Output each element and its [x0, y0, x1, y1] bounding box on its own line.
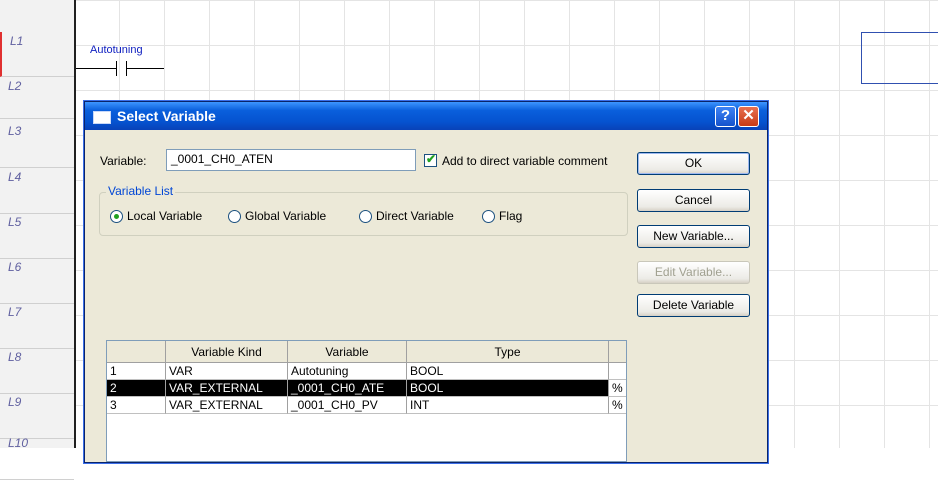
rung-row-l1[interactable]: L1: [0, 32, 74, 77]
variable-table[interactable]: Variable Kind Variable Type 1 VAR Autotu…: [106, 340, 627, 462]
rung-row-l9[interactable]: L9: [0, 393, 74, 439]
rung-row-l7[interactable]: L7: [0, 303, 74, 349]
rung-label: L1: [10, 34, 24, 48]
radio-local-variable[interactable]: [110, 210, 123, 223]
row-variable-kind: VAR_EXTERNAL: [166, 380, 288, 397]
row-extra: %: [609, 397, 626, 414]
row-type: BOOL: [407, 363, 609, 380]
radio-local-label: Local Variable: [127, 209, 203, 223]
rung-label: L7: [8, 305, 22, 319]
header-index: [107, 341, 166, 363]
radio-direct-variable[interactable]: [359, 210, 372, 223]
rung-label: L5: [8, 215, 22, 229]
checkmark-icon: ✔: [426, 152, 437, 166]
wire-right: [126, 68, 164, 69]
row-type: BOOL: [407, 380, 609, 397]
row-index: 3: [107, 397, 166, 414]
normally-open-contact[interactable]: [76, 60, 166, 78]
row-index: 2: [107, 380, 166, 397]
ok-button[interactable]: OK: [637, 152, 750, 175]
radio-global-label: Global Variable: [245, 209, 327, 223]
rung-row-l8[interactable]: L8: [0, 348, 74, 394]
radio-global-variable[interactable]: [228, 210, 241, 223]
selection-box[interactable]: [861, 32, 938, 84]
add-comment-label: Add to direct variable comment: [442, 154, 608, 168]
radio-direct-label: Direct Variable: [376, 209, 454, 223]
radio-flag-label: Flag: [499, 209, 523, 223]
rung-row-l2[interactable]: L2: [0, 77, 74, 119]
dialog-title: Select Variable: [117, 108, 216, 124]
rung-row-l6[interactable]: L6: [0, 258, 74, 304]
rung-row-l5[interactable]: L5: [0, 213, 74, 259]
select-variable-dialog: Select Variable ? ✕ Variable: _0001_CH0_…: [84, 101, 768, 463]
header-type[interactable]: Type: [407, 341, 609, 363]
row-index: 1: [107, 363, 166, 380]
row-variable-kind: VAR_EXTERNAL: [166, 397, 288, 414]
close-button[interactable]: ✕: [738, 106, 759, 127]
radio-flag[interactable]: [482, 210, 495, 223]
rung-label: L3: [8, 124, 22, 138]
rung-label: L9: [8, 395, 22, 409]
variable-label: Variable:: [100, 154, 147, 168]
header-extra: [609, 341, 626, 363]
delete-variable-button[interactable]: Delete Variable: [637, 294, 750, 317]
radio-selected-dot: [114, 214, 119, 219]
rung-row-l10[interactable]: L10: [0, 434, 74, 480]
cancel-button[interactable]: Cancel: [637, 189, 750, 212]
table-row[interactable]: 1 VAR Autotuning BOOL: [107, 363, 626, 380]
add-comment-checkbox[interactable]: ✔: [424, 152, 437, 167]
header-variable-kind[interactable]: Variable Kind: [166, 341, 288, 363]
rung-label: L2: [8, 79, 22, 93]
variable-input[interactable]: _0001_CH0_ATEN: [166, 149, 416, 171]
variable-list-legend: Variable List: [106, 184, 176, 198]
wire-left: [76, 68, 116, 69]
edit-variable-button: Edit Variable...: [637, 261, 750, 284]
contact-variable-label: Autotuning: [90, 44, 143, 56]
table-row-selected[interactable]: 2 VAR_EXTERNAL _0001_CH0_ATE BOOL %: [107, 380, 626, 397]
rung-label: L4: [8, 170, 22, 184]
rung-row-l4[interactable]: L4: [0, 168, 74, 214]
dialog-titlebar[interactable]: Select Variable ? ✕: [85, 102, 767, 130]
row-variable: _0001_CH0_PV: [288, 397, 407, 414]
rung-label: L6: [8, 260, 22, 274]
table-row[interactable]: 3 VAR_EXTERNAL _0001_CH0_PV INT %: [107, 397, 626, 414]
header-variable[interactable]: Variable: [288, 341, 407, 363]
rung-row-l3[interactable]: L3: [0, 122, 74, 168]
rung-gutter: L1 L2 L3 L4 L5 L6 L7 L8 L9 L10: [0, 0, 76, 480]
row-variable-kind: VAR: [166, 363, 288, 380]
window-icon: [93, 111, 111, 124]
row-extra: %: [609, 380, 626, 397]
help-button[interactable]: ?: [715, 106, 736, 127]
rung-label: L8: [8, 350, 22, 364]
new-variable-button[interactable]: New Variable...: [637, 225, 750, 248]
row-type: INT: [407, 397, 609, 414]
contact-bar-left: [116, 61, 117, 76]
row-variable: _0001_CH0_ATE: [288, 380, 407, 397]
table-header-row: Variable Kind Variable Type: [107, 341, 626, 363]
row-variable: Autotuning: [288, 363, 407, 380]
row-extra: [609, 363, 626, 380]
